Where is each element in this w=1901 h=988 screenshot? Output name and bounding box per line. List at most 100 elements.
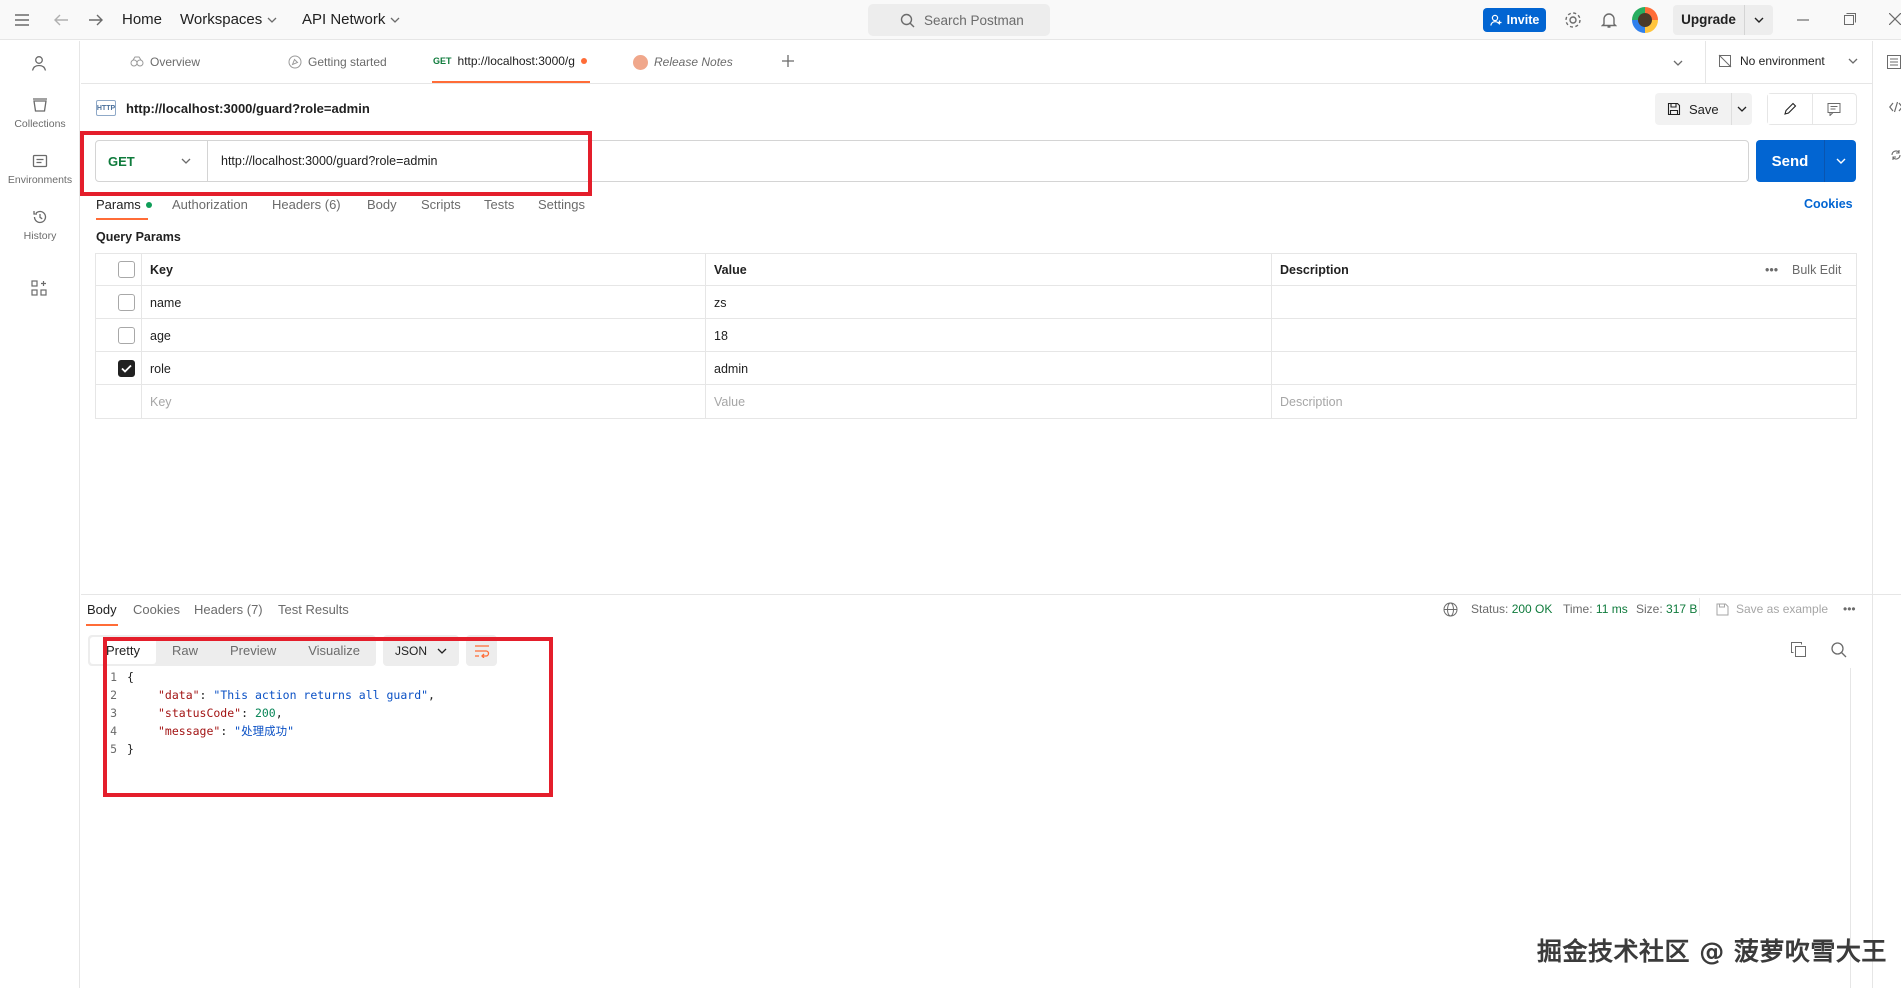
search-input[interactable]: Search Postman [868,4,1050,36]
more-options-icon[interactable]: ••• [1843,602,1856,616]
globe-icon[interactable] [1443,602,1458,617]
response-divider [81,594,1901,595]
query-params-title: Query Params [96,230,181,244]
forward-arrow-icon[interactable] [88,13,104,27]
chevron-down-icon [390,17,400,23]
annotation-highlight-box [103,637,553,797]
send-button[interactable]: Send [1756,140,1856,182]
api-network-menu[interactable]: API Network [302,11,400,28]
save-as-example-button[interactable]: Save as example [1716,602,1828,616]
size-label: Size: [1636,602,1663,616]
tab-params[interactable]: Params [96,197,152,212]
code-snippet-icon[interactable] [1889,101,1901,113]
response-tab-headers[interactable]: Headers (7) [194,602,263,617]
active-tab-underline [86,624,118,626]
request-name[interactable]: http://localhost:3000/guard?role=admin [126,101,370,116]
request-title: HTTP http://localhost:3000/guard?role=ad… [96,96,370,120]
row-checkbox[interactable] [118,352,135,385]
home-link[interactable]: Home [122,11,162,28]
save-disk-icon [1667,102,1681,116]
header-key: Key [150,262,173,277]
checkmark-icon [121,364,132,373]
environment-selector[interactable]: No environment [1718,54,1858,68]
chevron-down-icon [1848,58,1858,64]
sidebar-item-collections[interactable]: Collections [0,97,80,130]
save-disk-icon [1716,603,1729,615]
new-tab-plus-icon[interactable] [781,54,795,68]
tab-release-notes[interactable]: Release Notes [633,41,733,83]
response-tab-body[interactable]: Body [87,602,117,617]
comments-icon[interactable] [1813,94,1857,124]
status-value: 200 OK [1511,602,1553,616]
home-label: Home [122,11,163,28]
right-panel-icon[interactable] [1887,55,1901,69]
table-row: role admin [95,352,1857,385]
param-key[interactable]: age [150,319,171,352]
sidebar-item-label: Collections [14,118,66,130]
response-tab-test-results[interactable]: Test Results [278,602,349,617]
upgrade-button[interactable]: Upgrade [1673,5,1773,35]
tab-authorization[interactable]: Authorization [172,197,248,212]
settings-gear-icon[interactable] [1564,11,1582,29]
save-button[interactable]: Save [1655,93,1752,125]
back-arrow-icon[interactable] [53,13,69,27]
description-placeholder[interactable]: Description [1280,385,1343,418]
search-icon[interactable] [1831,642,1847,658]
related-icon[interactable] [1890,149,1901,161]
divider [1699,598,1700,616]
tab-headers[interactable]: Headers (6) [272,197,341,212]
bulk-edit-link[interactable]: Bulk Edit [1792,253,1841,286]
param-key[interactable]: role [150,352,171,385]
size-info[interactable]: Size: 317 B [1636,602,1697,616]
param-value[interactable]: 18 [714,319,728,352]
right-sidebar [1872,41,1901,988]
tab-overview[interactable]: Overview [130,41,200,83]
chevron-down-icon[interactable] [1745,17,1773,23]
configure-sidebar-icon[interactable] [31,280,47,296]
status-info[interactable]: Status: 200 OK [1471,602,1552,616]
time-value: 11 ms [1595,602,1628,616]
tab-body[interactable]: Body [367,197,397,212]
row-checkbox[interactable] [118,319,135,352]
tabs-dropdown-chevron-icon[interactable] [1673,60,1683,66]
param-value[interactable]: admin [714,352,748,385]
tab-bar: Overview Getting started GET http://loca… [81,41,1901,84]
size-value: 317 B [1666,602,1698,616]
tab-tests[interactable]: Tests [484,197,514,212]
chevron-down-icon[interactable] [1825,158,1856,164]
user-icon[interactable] [31,55,47,71]
search-placeholder: Search Postman [924,12,1024,28]
minimize-icon[interactable] [1797,19,1809,21]
time-info[interactable]: Time: 11 ms [1563,602,1628,616]
close-window-icon[interactable] [1889,13,1901,25]
param-value[interactable]: zs [714,286,727,319]
sidebar-item-history[interactable]: History [0,209,80,242]
invite-button[interactable]: Invite [1483,8,1546,32]
avatar[interactable] [1632,7,1658,33]
save-main[interactable]: Save [1655,93,1732,125]
row-checkbox[interactable] [118,286,135,319]
response-tab-cookies[interactable]: Cookies [133,602,180,617]
menu-icon[interactable] [14,13,30,27]
restore-window-icon[interactable] [1844,13,1856,25]
no-environment-icon [1718,54,1732,68]
chevron-down-icon[interactable] [1732,106,1752,112]
value-placeholder[interactable]: Value [714,385,745,418]
copy-icon[interactable] [1791,642,1806,657]
key-placeholder[interactable]: Key [150,385,172,418]
tab-active-request[interactable]: GET http://localhost:3000/g [432,41,590,83]
environment-label: No environment [1740,54,1825,68]
unsaved-dot [580,58,587,64]
param-key[interactable]: name [150,286,181,319]
sidebar-item-environments[interactable]: Environments [0,153,80,186]
notifications-bell-icon[interactable] [1601,11,1617,29]
select-all-checkbox[interactable] [118,253,135,286]
tab-getting-started[interactable]: Getting started [288,41,387,83]
edit-pencil-icon[interactable] [1768,94,1813,124]
tab-scripts[interactable]: Scripts [421,197,461,212]
workspaces-menu[interactable]: Workspaces [180,11,277,28]
cookies-link[interactable]: Cookies [1804,197,1853,211]
more-options-icon[interactable]: ••• [1765,253,1778,286]
history-icon [33,210,47,224]
tab-settings[interactable]: Settings [538,197,585,212]
